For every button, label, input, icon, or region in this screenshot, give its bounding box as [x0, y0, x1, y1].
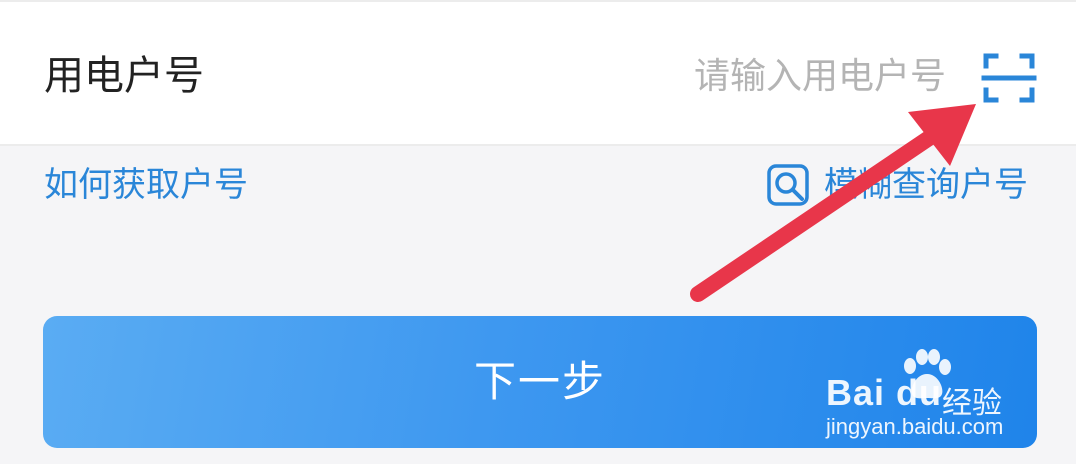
account-number-row: 用电户号 [0, 0, 1076, 146]
scan-button[interactable] [980, 50, 1038, 106]
search-icon [767, 164, 809, 206]
fuzzy-query-link[interactable]: 模糊查询户号 [766, 162, 1028, 208]
fuzzy-query-label: 模糊查询户号 [824, 165, 1028, 205]
helper-links-row: 如何获取户号 模糊查询户号 [0, 146, 1076, 226]
how-to-get-account-link[interactable]: 如何获取户号 [44, 164, 248, 206]
account-entry-screen: 用电户号 如何获取户号 模糊查询户号 下一步 [0, 0, 1076, 464]
account-number-input[interactable] [526, 50, 946, 102]
account-number-label: 用电户号 [44, 53, 204, 99]
next-step-button[interactable]: 下一步 [43, 316, 1037, 448]
scan-icon [981, 53, 1037, 103]
